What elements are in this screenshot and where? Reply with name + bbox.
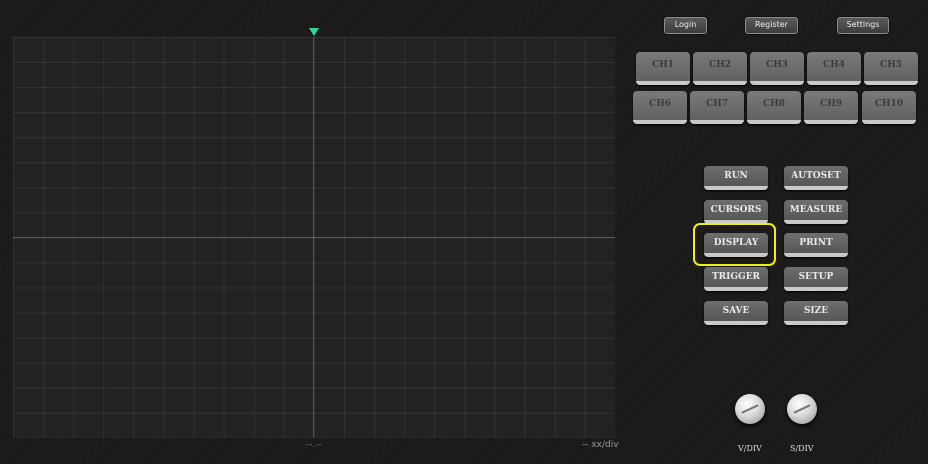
measure-button[interactable]: MEASURE (784, 200, 848, 224)
channel-button-ch10[interactable]: CH10 (862, 91, 916, 124)
cursors-button[interactable]: CURSORS (704, 200, 768, 224)
vdiv-knob[interactable] (735, 394, 765, 424)
setup-button[interactable]: SETUP (784, 267, 848, 291)
channel-button-ch7[interactable]: CH7 (690, 91, 744, 124)
save-button[interactable]: SAVE (704, 301, 768, 325)
channel-button-ch8[interactable]: CH8 (747, 91, 801, 124)
channel-button-ch3[interactable]: CH3 (750, 52, 804, 85)
center-readout: --.-- (306, 440, 322, 450)
channel-button-ch2[interactable]: CH2 (693, 52, 747, 85)
trigger-marker[interactable] (309, 28, 319, 36)
register-button[interactable]: Register (745, 17, 798, 34)
display-button-highlight (693, 223, 776, 266)
run-button[interactable]: RUN (704, 166, 768, 190)
channel-button-ch9[interactable]: CH9 (804, 91, 858, 124)
oscilloscope-screen (13, 37, 615, 438)
print-button[interactable]: PRINT (784, 233, 848, 257)
horizontal-center-axis (13, 237, 615, 238)
channel-button-ch6[interactable]: CH6 (633, 91, 687, 124)
sdiv-knob[interactable] (787, 394, 817, 424)
autoset-button[interactable]: AUTOSET (784, 166, 848, 190)
trigger-button[interactable]: TRIGGER (704, 267, 768, 291)
login-button[interactable]: Login (664, 17, 707, 34)
scale-readout: -- xx/div (582, 440, 619, 450)
vdiv-label: V/DIV (738, 444, 762, 453)
settings-button[interactable]: Settings (837, 17, 889, 34)
channel-button-ch1[interactable]: CH1 (636, 52, 690, 85)
sdiv-label: S/DIV (790, 444, 814, 453)
channel-button-ch5[interactable]: CH5 (864, 52, 918, 85)
channel-button-ch4[interactable]: CH4 (807, 52, 861, 85)
size-button[interactable]: SIZE (784, 301, 848, 325)
